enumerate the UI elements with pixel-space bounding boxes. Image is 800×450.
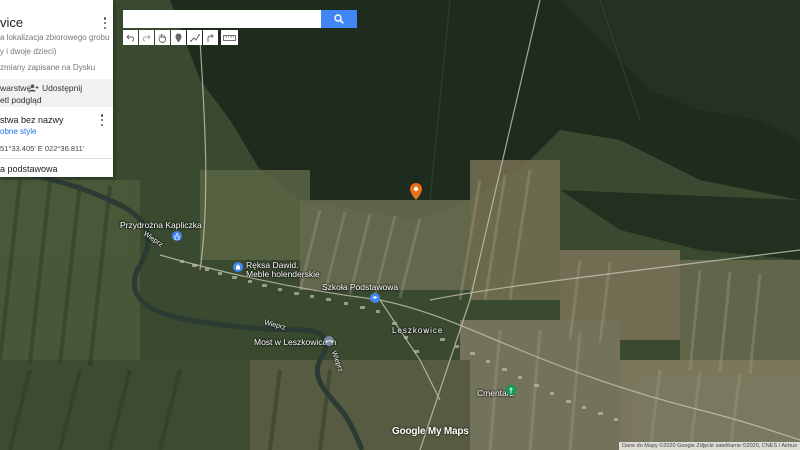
map-toolbar	[123, 30, 238, 45]
label-village: Leszkowice	[392, 326, 444, 335]
share-label: Udostępnij	[42, 83, 83, 93]
marker-coordinates[interactable]: 51°33.405' E 022°36.811'	[0, 144, 84, 153]
panel-divider	[0, 158, 113, 159]
add-marker-button[interactable]	[171, 30, 186, 45]
layer-options-menu-icon[interactable]	[98, 114, 106, 126]
search-input[interactable]	[123, 10, 321, 28]
church-icon[interactable]	[172, 231, 182, 241]
basemap-selector[interactable]: a podstawowa	[0, 164, 58, 174]
pan-tool-button[interactable]	[155, 30, 170, 45]
label-school: Szkoła Podstawowa	[322, 282, 399, 292]
map-options-menu-icon[interactable]	[101, 17, 109, 29]
ruler-icon	[223, 34, 236, 41]
google-my-maps-logo: Google My Maps	[392, 426, 469, 437]
bridge-icon[interactable]	[324, 336, 334, 346]
cemetery-icon[interactable]	[506, 385, 516, 395]
redo-icon	[143, 34, 151, 41]
draw-line-button[interactable]	[187, 30, 202, 45]
share-button[interactable]: Udostępnij	[29, 83, 82, 93]
marker-icon	[175, 33, 182, 42]
map-description-line2: y i dwoje dzieci)	[0, 47, 57, 56]
redo-button[interactable]	[139, 30, 154, 45]
save-status: zmiany zapisane na Dysku	[0, 63, 96, 72]
add-layer-button[interactable]: warstwę	[0, 83, 31, 93]
draw-line-icon	[189, 33, 200, 42]
school-icon[interactable]	[370, 293, 380, 303]
add-person-icon	[29, 84, 39, 92]
location-marker-icon[interactable]	[410, 183, 422, 200]
measure-button[interactable]	[221, 30, 238, 45]
undo-button[interactable]	[123, 30, 138, 45]
directions-button[interactable]	[203, 30, 218, 45]
directions-icon	[207, 33, 214, 42]
label-chapel: Przydrożna Kapliczka	[120, 220, 202, 230]
shop-icon[interactable]	[233, 262, 243, 272]
search-icon	[334, 14, 344, 24]
map-title[interactable]: vice	[0, 15, 23, 30]
hand-icon	[158, 33, 166, 43]
preview-button[interactable]: etl podgląd	[0, 95, 42, 105]
layer-style-link[interactable]: obne style	[0, 127, 36, 136]
map-attribution[interactable]: Dane do Mapy ©2020 Google Zdjęcie sateli…	[618, 442, 800, 450]
search-button[interactable]	[321, 10, 357, 28]
label-shop-line2: Meble holenderskie	[246, 269, 320, 279]
undo-icon	[126, 34, 134, 41]
layer-name[interactable]: stwa bez nazwy	[0, 115, 64, 125]
map-description-line1: a lokalizacja zbiorowego grobu	[0, 33, 110, 42]
map-side-panel: vice a lokalizacja zbiorowego grobu y i …	[0, 0, 113, 177]
